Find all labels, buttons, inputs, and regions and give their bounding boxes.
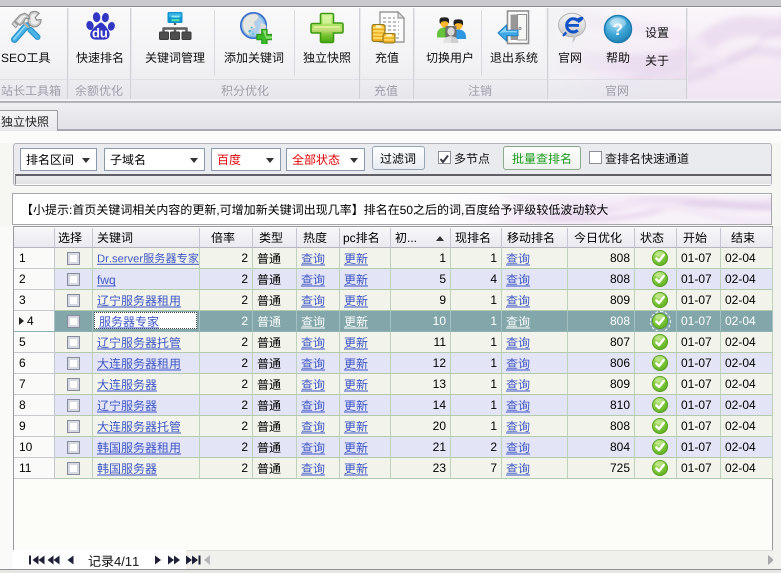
svg-text:?: ? xyxy=(613,20,623,39)
svg-text:du: du xyxy=(92,26,108,41)
